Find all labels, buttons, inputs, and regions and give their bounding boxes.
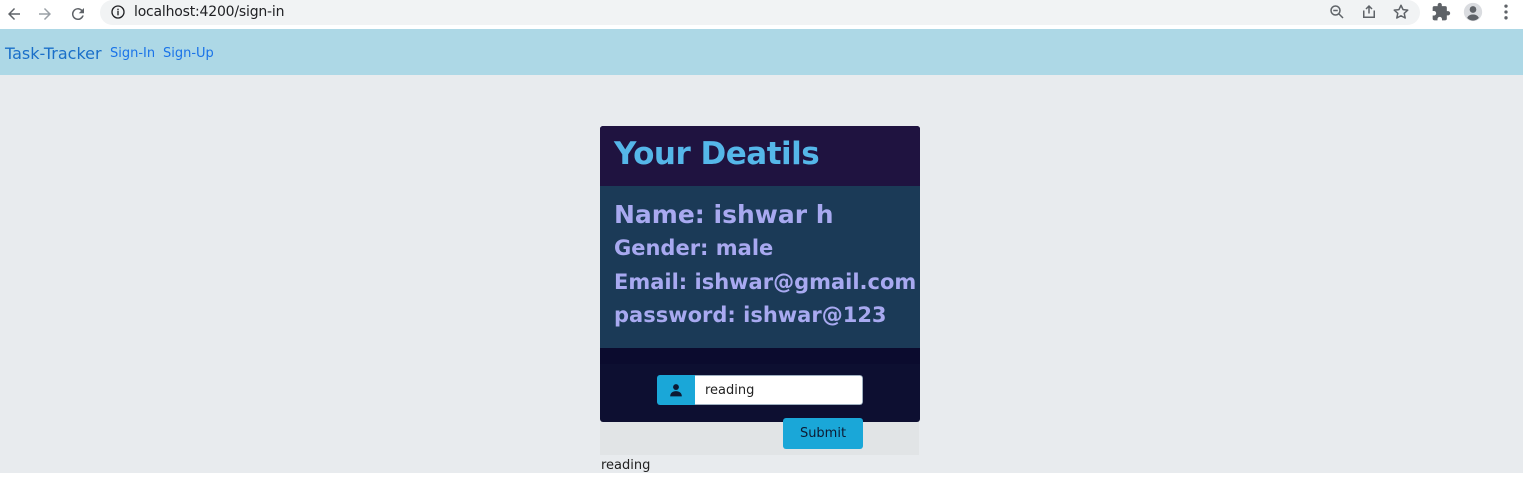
avatar-icon[interactable] [1463,2,1483,22]
share-icon[interactable] [1360,3,1378,21]
kebab-menu-icon[interactable] [1496,2,1516,22]
input-addon [657,375,695,405]
hobby-input-group [657,375,863,405]
detail-gender: Gender: male [614,236,774,260]
detail-password: password: ishwar@123 [614,303,887,327]
reload-icon [71,8,84,21]
card-title: Your Deatils [614,136,820,172]
star-icon[interactable] [1392,3,1410,21]
person-icon [670,384,682,397]
info-icon[interactable] [110,4,126,20]
address-bar[interactable]: localhost:4200/sign-in [100,0,1420,25]
arrow-right-icon [39,8,51,20]
output-text: reading [601,458,651,473]
detail-name: Name: ishwar h [614,200,834,229]
nav-link-sign-in[interactable]: Sign-In [110,46,155,61]
card-header: Your Deatils [600,126,920,186]
card-body: Name: ishwar h Gender: male Email: ishwa… [600,186,920,348]
page-bottom [0,473,1523,494]
card-divider [600,348,920,364]
nav-link-sign-up[interactable]: Sign-Up [163,46,214,61]
url-text: localhost:4200/sign-in [134,4,285,20]
zoom-out-icon[interactable] [1328,3,1346,21]
hobby-input[interactable] [695,375,863,405]
brand-link[interactable]: Task-Tracker [5,44,102,63]
arrow-left-icon [8,8,20,20]
browser-toolbar: localhost:4200/sign-in [0,0,1523,29]
app-navbar: Task-Tracker Sign-In Sign-Up [0,29,1523,75]
reload-button[interactable] [67,3,89,25]
back-button[interactable] [3,3,25,25]
puzzle-icon[interactable] [1431,2,1451,22]
submit-button[interactable]: Submit [783,418,863,449]
forward-button[interactable] [34,3,56,25]
form-footer [600,422,919,455]
detail-email: Email: ishwar@gmail.com [614,270,917,294]
